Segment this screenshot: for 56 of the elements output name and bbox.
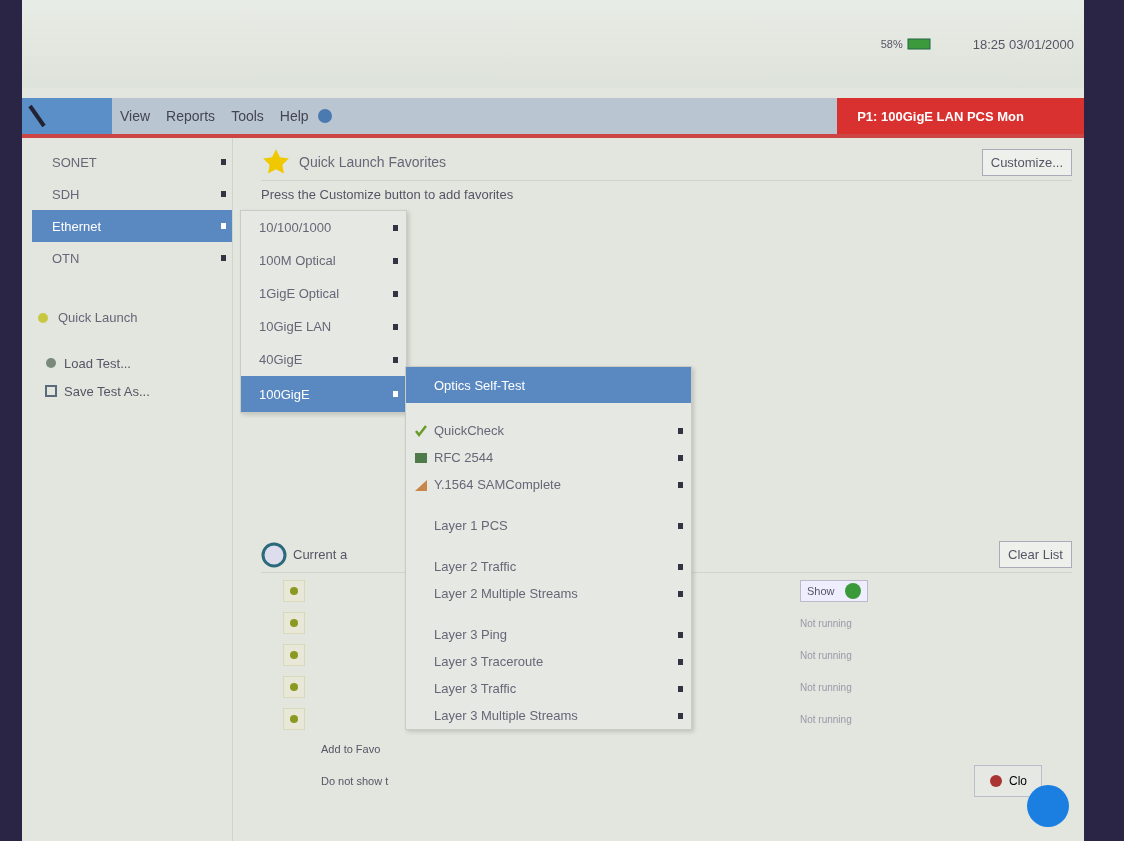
menu-item[interactable]: Optics Self-Test <box>406 367 691 403</box>
favorites-title: Quick Launch Favorites <box>299 154 447 170</box>
check-icon <box>414 423 428 438</box>
customize-button[interactable]: Customize... <box>981 148 1072 176</box>
menu-item[interactable]: 10/100/1000 <box>241 211 406 244</box>
test-status: Not running <box>800 713 852 725</box>
battery-label: 58% <box>880 38 903 50</box>
menu-item[interactable]: RFC 2544 <box>406 444 691 471</box>
menu-item[interactable]: 40GigE <box>241 343 406 376</box>
help-icon[interactable] <box>316 108 333 124</box>
chart-icon <box>414 477 428 492</box>
close-icon <box>989 774 1003 788</box>
sidebar-item[interactable]: SDH <box>32 178 232 210</box>
add-to-favorites-label: Add to Favo <box>321 743 381 755</box>
show-dropdown[interactable]: Show <box>800 580 868 602</box>
menu-item[interactable]: Y.1564 SAMComplete <box>406 471 691 498</box>
menu-item[interactable]: Layer 2 Multiple Streams <box>406 580 691 607</box>
menu-item[interactable]: 1GigE Optical <box>241 277 406 310</box>
menu-item[interactable]: Layer 3 Traffic <box>406 675 691 702</box>
sidebar-item[interactable]: OTN <box>32 242 232 274</box>
menu-item[interactable]: 100M Optical <box>241 244 406 277</box>
test-icon[interactable] <box>283 708 305 730</box>
test-icon[interactable] <box>283 644 305 666</box>
battery-icon <box>906 37 933 51</box>
menu-item[interactable]: Layer 3 Ping <box>406 621 691 648</box>
test-status: Not running <box>800 681 852 693</box>
menu-item[interactable]: Reports <box>158 108 224 124</box>
sidebar-item[interactable]: SONET <box>32 146 232 178</box>
clear-list-button[interactable]: Clear List <box>999 541 1072 568</box>
menu-item[interactable]: Layer 3 Traceroute <box>406 648 691 675</box>
date-time: 18:25 03/01/2000 <box>972 36 1074 52</box>
test-status: Not running <box>800 649 852 661</box>
test-status: Not running <box>800 617 852 629</box>
do-not-show-label: Do not show t <box>321 775 389 787</box>
clock-icon <box>261 541 287 568</box>
menu-item[interactable]: 10GigE LAN <box>241 310 406 343</box>
port-status: P1: 100GigE LAN PCS Mon <box>837 98 1084 134</box>
menu-item[interactable]: Help <box>271 108 317 124</box>
favorites-hint: Press the Customize button to add favorites <box>261 187 515 202</box>
close-button[interactable]: Clo <box>974 765 1042 797</box>
sidebar-action[interactable]: Save Test As... <box>38 377 232 405</box>
sidebar-item[interactable]: Ethernet <box>32 210 232 242</box>
test-icon[interactable] <box>283 580 305 602</box>
test-icon[interactable] <box>283 612 305 634</box>
recent-title: Current a <box>293 547 348 562</box>
grid-icon <box>414 450 428 465</box>
menu-item[interactable]: Layer 3 Multiple Streams <box>406 702 691 729</box>
test-icon[interactable] <box>283 676 305 698</box>
sidebar-action[interactable]: Load Test... <box>38 349 232 377</box>
menu-item[interactable]: View <box>112 108 159 124</box>
menu-item[interactable]: 100GigE <box>241 376 406 412</box>
menu-item[interactable]: Layer 2 Traffic <box>406 553 691 580</box>
menu-item[interactable]: Layer 1 PCS <box>406 512 691 539</box>
menu-item[interactable]: QuickCheck <box>406 417 691 444</box>
menu-item[interactable]: Tools <box>223 108 272 124</box>
quick-launch-label[interactable]: Quick Launch <box>58 310 138 325</box>
